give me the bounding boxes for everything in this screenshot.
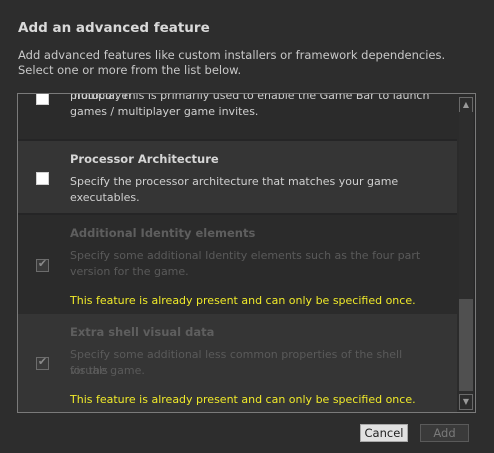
feature-warning: This feature is already present and can …	[70, 294, 416, 307]
feature-item-processor-architecture[interactable]: Processor Architecture Specify the proce…	[18, 141, 457, 213]
checkmark-icon: ✔	[37, 257, 48, 270]
feature-item-game-bar-protocol[interactable]: Adds a protocol activation which enables…	[18, 94, 457, 139]
dialog-description: Add advanced features like custom instal…	[18, 48, 446, 77]
feature-checkbox: ✔	[36, 257, 49, 272]
feature-list-viewport: Adds a protocol activation which enables…	[18, 94, 457, 412]
feature-description: for the game.	[70, 364, 145, 377]
feature-checkbox[interactable]	[36, 172, 49, 185]
feature-description: games / multiplayer game invites.	[70, 105, 259, 118]
feature-description: Specify some additional Identity element…	[70, 249, 421, 262]
feature-item-extra-shell-visual-data: ✔ Extra shell visual data Specify some a…	[18, 314, 457, 412]
feature-description: Specify the processor architecture that …	[70, 175, 399, 188]
add-button[interactable]: Add	[420, 424, 469, 442]
list-scrollbar[interactable]: ▲ ▼	[457, 94, 474, 412]
scrollbar-thumb[interactable]	[459, 299, 473, 391]
checkmark-icon: ✔	[37, 355, 48, 368]
feature-name: Processor Architecture	[70, 152, 219, 166]
feature-warning: This feature is already present and can …	[70, 393, 416, 406]
feature-description: protocol. This is primarily used to enab…	[70, 94, 430, 102]
feature-description: executables.	[70, 191, 140, 204]
feature-list[interactable]: Adds a protocol activation which enables…	[17, 93, 476, 413]
feature-description: version for the game.	[70, 265, 189, 278]
chevron-up-icon[interactable]: ▲	[459, 97, 473, 113]
feature-item-additional-identity-elements: ✔ Additional Identity elements Specify s…	[18, 215, 457, 314]
dialog-title: Add an advanced feature	[18, 20, 210, 36]
feature-checkbox: ✔	[36, 355, 49, 370]
feature-checkbox[interactable]	[36, 94, 49, 105]
chevron-down-icon[interactable]: ▼	[459, 394, 473, 410]
feature-name: Extra shell visual data	[70, 325, 215, 339]
feature-name: Additional Identity elements	[70, 226, 256, 240]
cancel-button[interactable]: Cancel	[360, 424, 408, 442]
